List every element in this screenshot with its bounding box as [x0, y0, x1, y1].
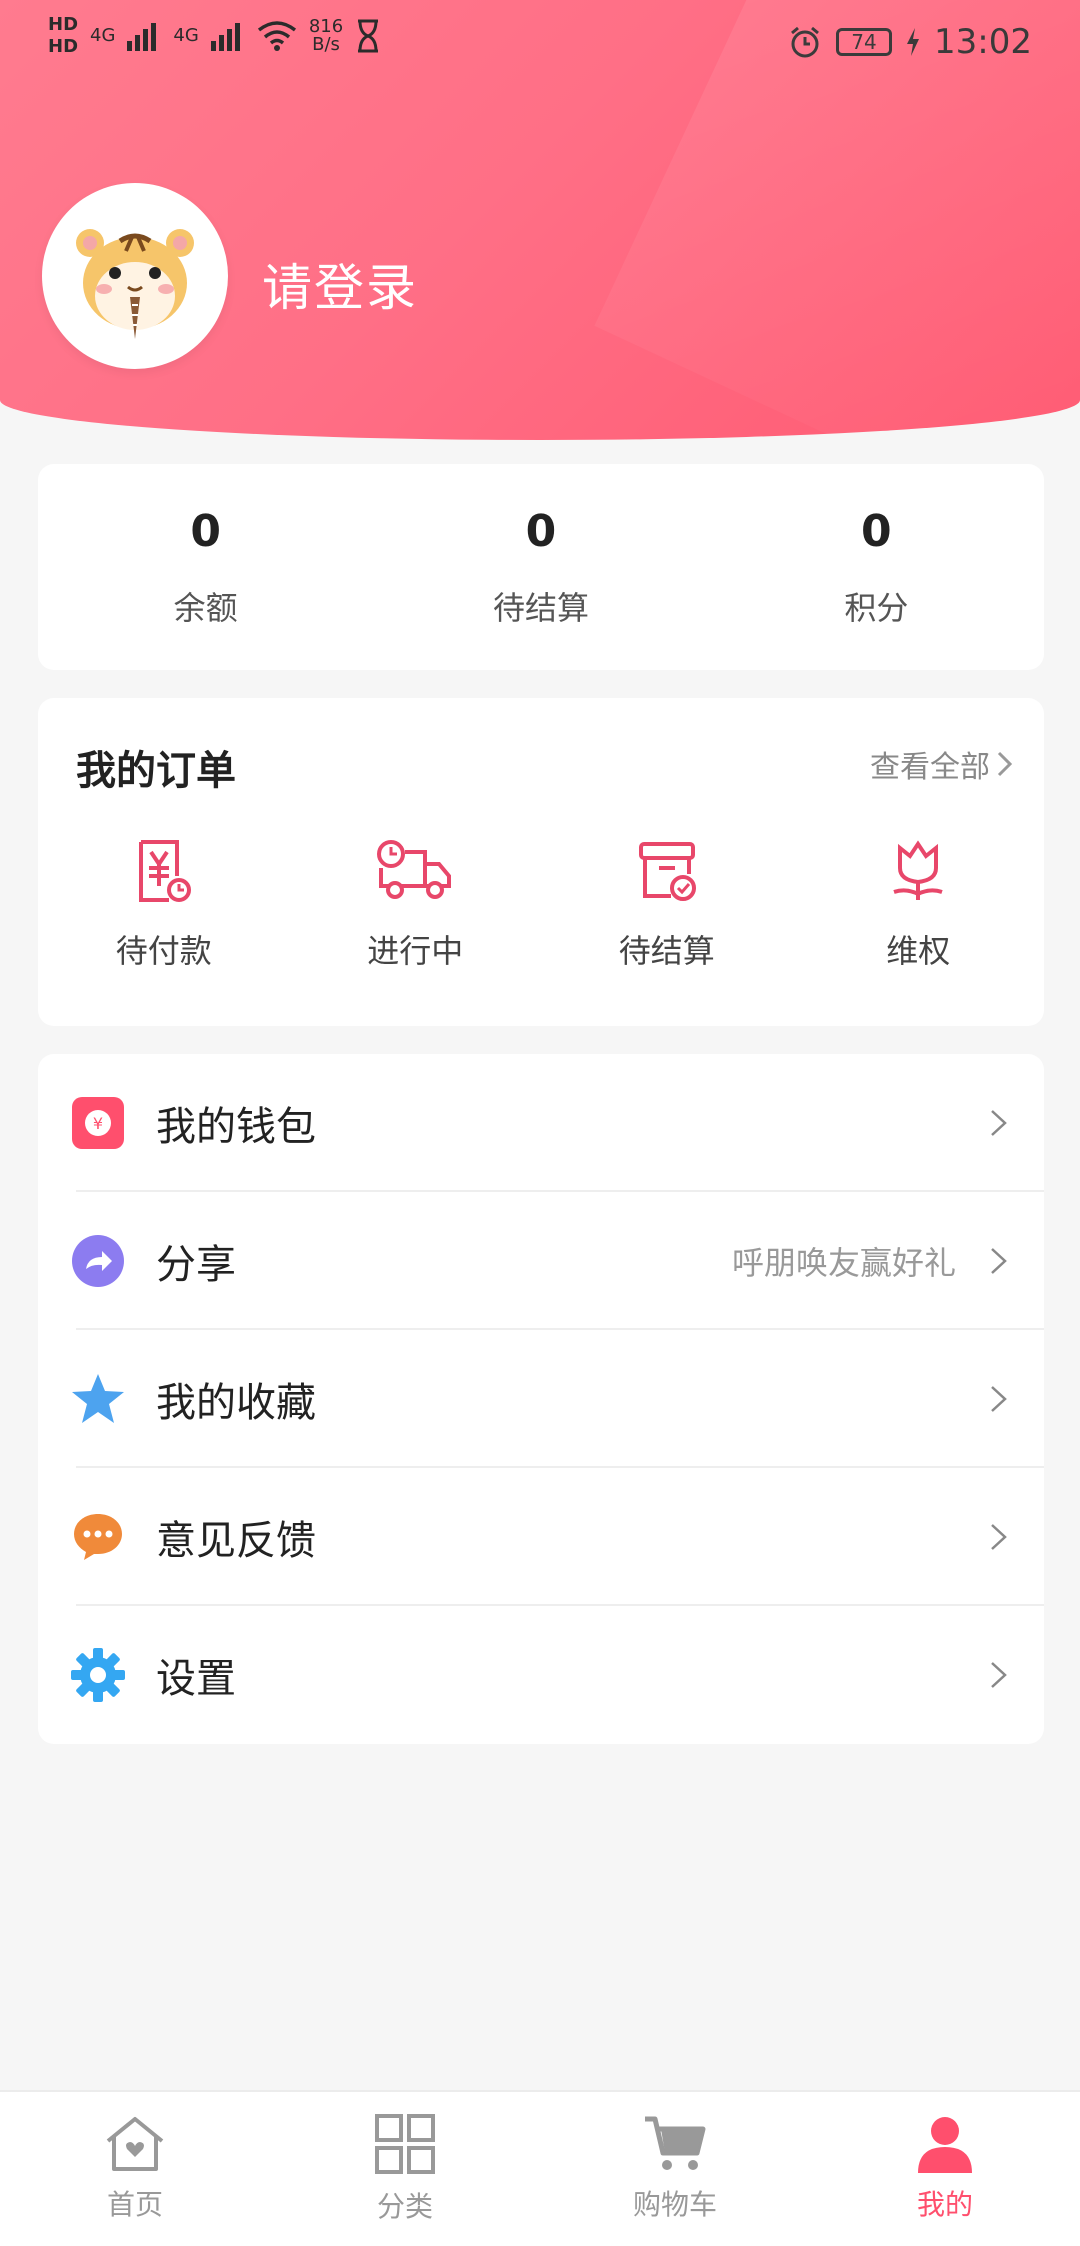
signal-icon-2 [210, 23, 240, 51]
order-rights-protection[interactable]: 维权 [793, 838, 1045, 972]
view-all-label: 查看全部 [870, 750, 990, 785]
order-item-label: 待结算 [618, 932, 715, 970]
battery-indicator: 74 [836, 28, 893, 56]
svg-text:¥: ¥ [93, 1114, 103, 1133]
stat-value: 0 [190, 505, 221, 557]
stat-label: 积分 [844, 588, 909, 627]
stat-label: 待结算 [492, 588, 589, 627]
tab-label: 购物车 [632, 2188, 717, 2221]
tab-profile[interactable]: 我的 [810, 2092, 1080, 2246]
menu-item-label: 设置 [156, 1656, 236, 1702]
tab-label: 首页 [106, 2188, 163, 2221]
stat-value: 0 [525, 505, 557, 557]
bottom-tab-bar: 首页 分类 购物车 我的 [0, 2090, 1080, 2246]
stat-pending[interactable]: 0 待结算 [373, 464, 708, 670]
menu-item-subtext: 呼朋唤友赢好礼 [731, 1244, 956, 1282]
package-check-icon [638, 842, 696, 901]
tab-label: 我的 [916, 2188, 973, 2221]
avatar[interactable] [42, 183, 228, 369]
hd-badge-2: HD [48, 36, 79, 57]
order-status-row: 待付款 进行中 待结算 维权 [38, 838, 1044, 972]
tab-label: 分类 [376, 2190, 433, 2223]
tab-category[interactable]: 分类 [270, 2092, 540, 2246]
stat-points[interactable]: 0 积分 [709, 464, 1044, 670]
menu-item-label: 我的钱包 [156, 1104, 316, 1150]
menu-item-share[interactable]: 分享 呼朋唤友赢好礼 [38, 1192, 1044, 1330]
network-gen-2: 4G [173, 25, 199, 46]
tab-home[interactable]: 首页 [0, 2092, 270, 2246]
login-prompt[interactable]: 请登录 [262, 248, 418, 320]
hd-badge-1: HD [48, 14, 79, 35]
menu-item-label: 意见反馈 [156, 1518, 316, 1564]
wallet-icon: ¥ [70, 1095, 126, 1151]
wifi-icon [257, 21, 296, 51]
chevron-right-icon [991, 1662, 1007, 1688]
order-item-label: 待付款 [115, 932, 212, 970]
order-item-label: 进行中 [367, 932, 464, 970]
tab-cart[interactable]: 购物车 [540, 2092, 810, 2246]
view-all-orders-link[interactable]: 查看全部 [870, 742, 1014, 786]
charging-icon [907, 28, 920, 56]
orders-title: 我的订单 [76, 748, 236, 794]
hd-badges: HD HD [48, 16, 78, 56]
chat-bubble-icon [70, 1509, 126, 1565]
menu-item-label: 分享 [156, 1242, 236, 1288]
home-icon [106, 2117, 164, 2171]
share-icon [70, 1233, 126, 1289]
cart-icon [645, 2116, 706, 2170]
stat-value: 0 [861, 505, 892, 557]
grid-icon [375, 2114, 435, 2174]
menu-item-favorites[interactable]: 我的收藏 [38, 1330, 1044, 1468]
chevron-right-icon [991, 1248, 1007, 1274]
chevron-right-icon [997, 751, 1013, 777]
order-item-label: 维权 [886, 932, 951, 970]
hamster-avatar-icon [76, 229, 194, 339]
net-speed-unit: B/s [312, 34, 340, 55]
delivery-truck-icon [377, 840, 452, 899]
stat-label: 余额 [173, 588, 238, 627]
hourglass-icon [358, 19, 379, 53]
account-stats-card: 0 余额 0 待结算 0 积分 [38, 464, 1044, 670]
alarm-icon [791, 26, 819, 58]
tulip-icon [893, 840, 943, 900]
order-pending-settlement[interactable]: 待结算 [541, 838, 793, 972]
chevron-right-icon [991, 1524, 1007, 1550]
stat-balance[interactable]: 0 余额 [38, 464, 373, 670]
profile-header: HD HD 4G 4G 816 B/s 74 13:02 请登录 [0, 0, 1080, 440]
status-right: 74 13:02 [788, 22, 1032, 62]
menu-item-feedback[interactable]: 意见反馈 [38, 1468, 1044, 1606]
status-time: 13:02 [934, 22, 1032, 62]
star-icon [70, 1371, 126, 1427]
network-gen-1: 4G [90, 25, 116, 46]
chevron-right-icon [991, 1110, 1007, 1136]
my-orders-card: 我的订单 查看全部 待付款 进行中 待结算 维权 [38, 698, 1044, 1026]
order-pending-payment[interactable]: 待付款 [38, 838, 290, 972]
order-in-progress[interactable]: 进行中 [290, 838, 542, 972]
menu-item-wallet[interactable]: ¥ 我的钱包 [38, 1054, 1044, 1192]
pending-payment-icon [138, 840, 191, 902]
chevron-right-icon [991, 1386, 1007, 1412]
signal-icon [127, 23, 157, 51]
gear-icon [70, 1647, 126, 1703]
net-speed: 816 B/s [309, 18, 343, 54]
status-left: HD HD 4G 4G 816 B/s [48, 16, 381, 56]
user-icon [918, 2117, 972, 2173]
status-bar: HD HD 4G 4G 816 B/s 74 13:02 [0, 0, 1080, 86]
menu-item-label: 我的收藏 [156, 1380, 316, 1426]
menu-list-card: ¥ 我的钱包 分享 呼朋唤友赢好礼 我的收藏 意见反馈 设置 [38, 1054, 1044, 1744]
menu-item-settings[interactable]: 设置 [38, 1606, 1044, 1744]
